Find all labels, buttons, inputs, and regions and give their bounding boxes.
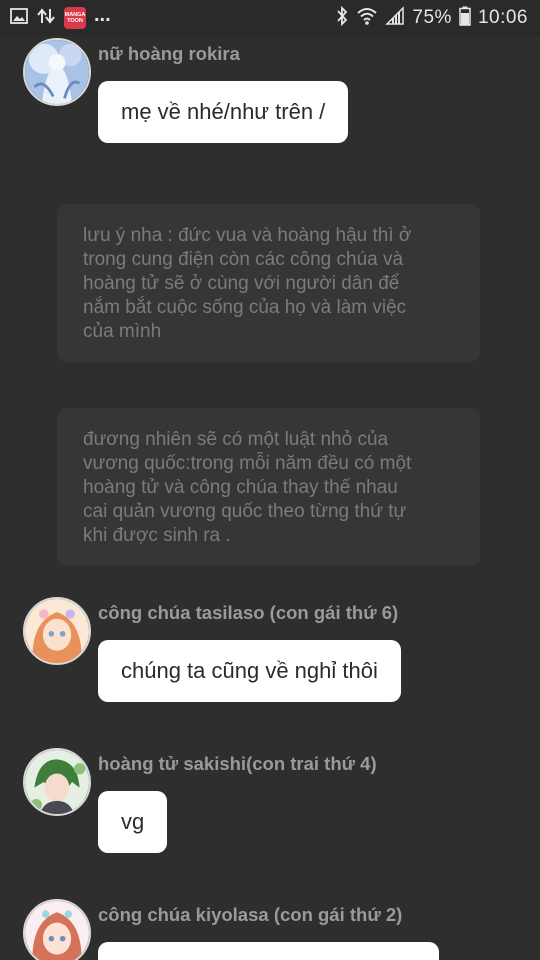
manga-toon-app-icon: MANGA TOON — [64, 7, 86, 29]
sender-name: hoàng tử sakishi(con trai thứ 4) — [98, 753, 377, 774]
narration-box: lưu ý nha : đức vua và hoàng hậu thì ở t… — [57, 204, 480, 362]
narration-text: lưu ý nha : đức vua và hoàng hậu thì ở t… — [83, 225, 412, 342]
narration-text: đương nhiên sẽ có một luật nhỏ của vương… — [83, 429, 412, 546]
image-icon — [10, 7, 28, 29]
status-bar-left: MANGA TOON ... — [10, 4, 111, 30]
bluetooth-icon — [335, 5, 349, 31]
app-badge-line-2: TOON — [67, 18, 83, 24]
sender-name: công chúa kiyolasa (con gái thứ 2) — [98, 904, 403, 925]
battery-percent: 75% — [412, 7, 452, 28]
message-bubble[interactable]: vg — [98, 791, 168, 853]
clock: 10:06 — [477, 7, 528, 28]
message-bubble[interactable]: chúng ta cũng về nghỉ thôi — [98, 640, 401, 702]
sender-name: nữ hoàng rokira — [98, 43, 240, 64]
wifi-icon — [356, 6, 378, 31]
chat-area[interactable]: nữ hoàng rokira mẹ về nhé/như trên / lưu… — [0, 36, 540, 960]
avatar[interactable] — [23, 597, 91, 665]
status-bar: MANGA TOON ... 75% 10:06 — [0, 0, 540, 36]
avatar[interactable] — [23, 748, 91, 816]
status-bar-right: 75% 10:06 — [335, 5, 528, 31]
more-notifications: ... — [94, 4, 111, 26]
battery-icon — [459, 6, 471, 31]
avatar[interactable] — [23, 899, 91, 960]
message-bubble[interactable]: mẹ về nhé/như trên / — [98, 81, 349, 143]
data-transfer-icon — [36, 7, 56, 30]
narration-box: đương nhiên sẽ có một luật nhỏ của vương… — [57, 408, 480, 566]
signal-icon — [385, 5, 405, 31]
avatar[interactable] — [23, 38, 91, 106]
message-bubble[interactable] — [98, 942, 439, 960]
sender-name: công chúa tasilaso (con gái thứ 6) — [98, 602, 399, 623]
